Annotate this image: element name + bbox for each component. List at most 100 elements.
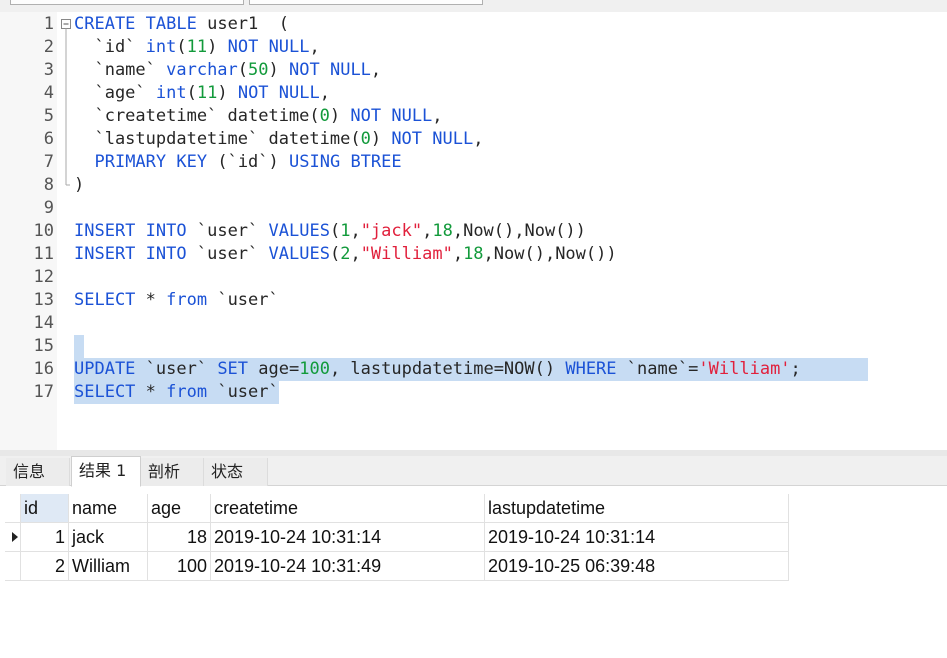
code-token: `user` <box>186 221 269 241</box>
code-token: 11 <box>186 37 208 57</box>
code-token: NOT <box>391 129 423 149</box>
code-line[interactable]: 6 `lastupdatetime` datetime(0) NOT NULL, <box>0 128 947 151</box>
code-text[interactable]: UPDATE `user` SET age=100, lastupdatetim… <box>74 358 868 381</box>
code-line[interactable]: 9 <box>0 197 947 220</box>
code-line[interactable]: 16 UPDATE `user` SET age=100, lastupdatet… <box>0 358 947 381</box>
code-token: NOT <box>350 106 382 126</box>
line-number: 17 <box>33 382 54 402</box>
code-token: , <box>319 83 330 103</box>
code-token: , <box>370 60 382 80</box>
code-token: , <box>350 221 361 241</box>
code-token: int <box>155 83 187 103</box>
cell-name[interactable]: William <box>69 552 148 581</box>
column-header-name[interactable]: name <box>69 494 148 523</box>
cell-createtime[interactable]: 2019-10-24 10:31:14 <box>211 523 485 552</box>
code-text[interactable]: ) <box>74 174 84 197</box>
current-row-arrow-icon <box>12 532 18 542</box>
code-token: `age` <box>74 83 156 103</box>
cell-id[interactable]: 2 <box>21 552 69 581</box>
column-header-age[interactable]: age <box>148 494 211 523</box>
code-text[interactable]: CREATE TABLE user1 ( <box>74 13 289 36</box>
line-number: 6 <box>43 129 54 149</box>
code-line[interactable]: 14 <box>0 312 947 335</box>
code-token: age= <box>248 359 300 379</box>
cell-lastupdatetime[interactable]: 2019-10-25 06:39:48 <box>485 552 789 581</box>
column-header-createtime[interactable]: createtime <box>211 494 485 523</box>
header-corner <box>5 494 21 523</box>
line-number: 14 <box>33 313 54 333</box>
cell-name[interactable]: jack <box>69 523 148 552</box>
code-token: SET <box>217 359 249 379</box>
cell-createtime[interactable]: 2019-10-24 10:31:49 <box>211 552 485 581</box>
code-token: NOT <box>237 83 269 103</box>
code-token: PRIMARY <box>94 152 167 172</box>
code-text[interactable]: INSERT INTO `user` VALUES(1,"jack",18,No… <box>74 220 586 243</box>
code-text[interactable]: SELECT * from `user` <box>74 381 279 404</box>
toolbar-field-left[interactable] <box>10 0 244 5</box>
row-selector-current[interactable] <box>5 523 21 552</box>
code-token: NULL <box>278 83 320 103</box>
code-line[interactable]: 2 `id` int(11) NOT NULL, <box>0 36 947 59</box>
code-token: varchar <box>166 60 238 80</box>
cell-age[interactable]: 100 <box>148 552 211 581</box>
code-token: "William" <box>360 244 453 264</box>
code-text[interactable] <box>74 335 84 358</box>
tab-info[interactable]: 信息 <box>6 458 70 486</box>
line-number: 11 <box>33 244 54 264</box>
code-text[interactable]: PRIMARY KEY (`id`) USING BTREE <box>74 151 402 174</box>
code-text[interactable]: SELECT * from `user` <box>74 289 279 312</box>
tab-profile[interactable]: 剖析 <box>141 458 204 486</box>
cell-age[interactable]: 18 <box>148 523 211 552</box>
code-text[interactable]: `id` int(11) NOT NULL, <box>74 36 319 59</box>
code-line[interactable]: 5 `createtime` datetime(0) NOT NULL, <box>0 105 947 128</box>
code-token: 18 <box>432 221 453 241</box>
column-header-id[interactable]: id <box>21 494 69 523</box>
code-text[interactable]: `lastupdatetime` datetime(0) NOT NULL, <box>74 128 483 151</box>
code-token: BTREE <box>350 152 402 172</box>
code-token: SELECT <box>74 290 136 310</box>
code-line[interactable]: 15 <box>0 335 947 358</box>
code-token: INTO <box>145 221 187 241</box>
line-number: 13 <box>33 290 54 310</box>
code-token: NOT <box>227 37 259 57</box>
tab-result-1[interactable]: 结果 1 <box>71 456 141 487</box>
code-token: 0 <box>360 129 371 149</box>
code-line[interactable]: 17 SELECT * from `user` <box>0 381 947 404</box>
code-line[interactable]: 11 INSERT INTO `user` VALUES(2,"William",… <box>0 243 947 266</box>
toolbar-field-right[interactable] <box>249 0 483 5</box>
code-token: user1 ( <box>196 14 289 34</box>
code-token: NULL <box>329 60 371 80</box>
code-text[interactable]: `name` varchar(50) NOT NULL, <box>74 59 381 82</box>
code-token: , <box>350 244 361 264</box>
code-token: KEY <box>176 152 208 172</box>
column-header-lastupdatetime[interactable]: lastupdatetime <box>485 494 789 523</box>
code-text[interactable]: `createtime` datetime(0) NOT NULL, <box>74 105 442 128</box>
cell-id[interactable]: 1 <box>21 523 69 552</box>
code-line[interactable]: 8) <box>0 174 947 197</box>
tab-status[interactable]: 状态 <box>204 458 268 486</box>
code-token: NULL <box>268 37 310 57</box>
code-line[interactable]: 7 PRIMARY KEY (`id`) USING BTREE <box>0 151 947 174</box>
code-text[interactable]: INSERT INTO `user` VALUES(2,"William",18… <box>74 243 617 266</box>
sql-editor[interactable]: 1 CREATE TABLE user1 (2 `id` int(11) NOT … <box>0 12 947 450</box>
code-line[interactable]: 4 `age` int(11) NOT NULL, <box>0 82 947 105</box>
code-token: 18 <box>463 244 484 264</box>
code-line[interactable]: 10 INSERT INTO `user` VALUES(1,"jack",18,… <box>0 220 947 243</box>
code-token: ) <box>329 106 351 126</box>
code-line[interactable]: 1 CREATE TABLE user1 ( <box>0 13 947 36</box>
code-token: int <box>145 37 177 57</box>
code-token: ,Now(),Now()) <box>452 221 586 241</box>
cell-lastupdatetime[interactable]: 2019-10-24 10:31:14 <box>485 523 789 552</box>
code-line[interactable]: 3 `name` varchar(50) NOT NULL, <box>0 59 947 82</box>
code-line[interactable]: 13 SELECT * from `user` <box>0 289 947 312</box>
code-line[interactable]: 12 <box>0 266 947 289</box>
row-selector[interactable] <box>5 552 21 581</box>
code-token: 1 <box>340 221 351 241</box>
code-token: NULL <box>432 129 474 149</box>
code-token: NOT <box>289 60 320 80</box>
code-token: * <box>135 382 167 402</box>
code-text[interactable]: `age` int(11) NOT NULL, <box>74 82 330 105</box>
code-token: from <box>166 382 208 402</box>
